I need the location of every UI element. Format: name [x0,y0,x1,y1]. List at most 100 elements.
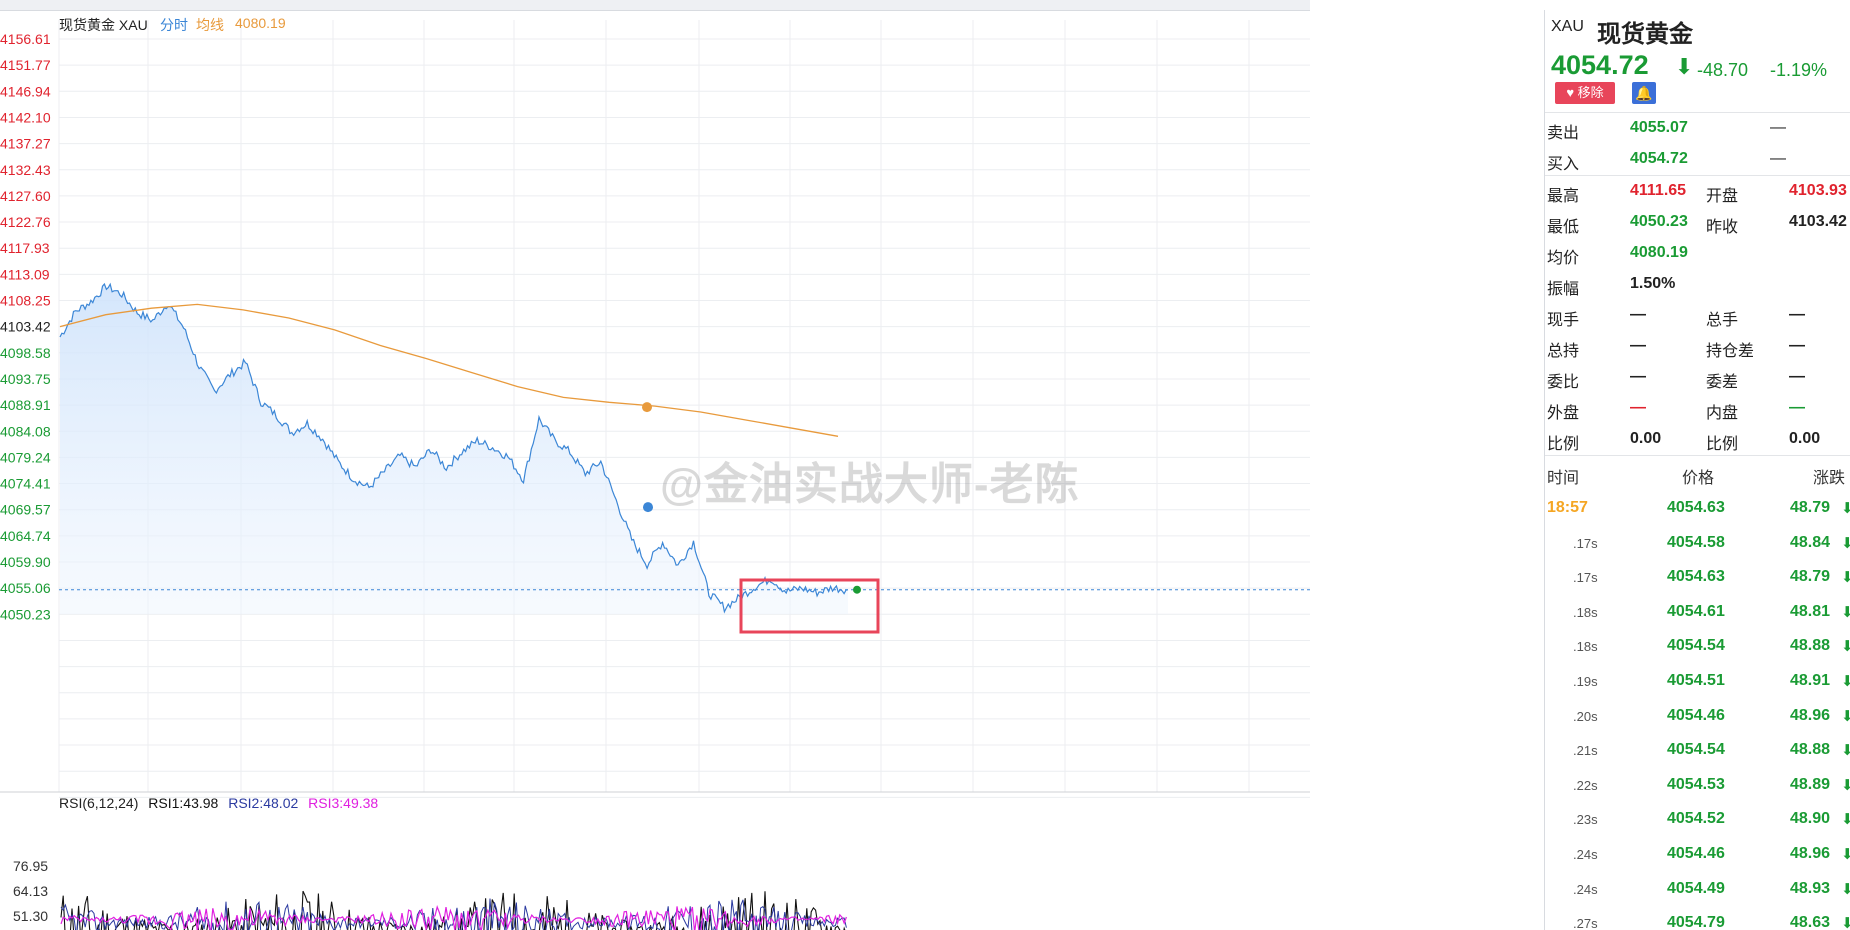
rsi-tick-label: 76.95 [13,858,48,874]
tick-price: 4054.49 [1667,879,1725,897]
stat-label: 最低 [1547,219,1580,236]
stat-value: 4050.23 [1630,213,1688,230]
buy-row: 买入 4054.72 — [1545,144,1850,175]
tick-row: .23s 4054.52 48.90 ⬇ [1545,801,1850,836]
buy-price: 4054.72 [1630,150,1688,167]
rsi-params: RSI(6,12,24) [59,795,139,811]
stat-label: 委差 [1706,374,1739,391]
tick-price: 4054.63 [1667,568,1725,586]
tick-price: 4054.61 [1667,602,1725,620]
tick-change: 48.84 [1790,533,1831,551]
tick-change: 48.91 [1790,671,1831,689]
ticks-list[interactable]: 18:57 4054.63 48.79 ⬇ .17s 4054.58 48.84 ⬇ .17s 4… [1545,490,1850,930]
stat-label: 总手 [1706,312,1739,329]
ticks-time-header: 时间 [1547,470,1580,487]
tick-price: 4054.51 [1667,671,1725,689]
stat-value: — [1630,306,1646,323]
tick-time: .18s [1573,639,1598,655]
stat-row: 均价 4080.19 [1545,238,1850,269]
sell-volume: — [1770,119,1786,136]
left-tick-label: 4093.75 [0,371,51,387]
price-change: -48.70 [1697,60,1749,80]
stat-row: 振幅 1.50% [1545,269,1850,300]
down-arrow-icon: ⬇ [1675,54,1694,79]
left-tick-label: 4069.57 [0,502,51,518]
stat-value: — [1789,337,1805,354]
stat-row: 总持 — 持仓差 — [1545,331,1850,362]
avg-value: 4080.19 [235,15,286,31]
left-tick-label: 4132.43 [0,162,51,178]
tick-price: 4054.53 [1667,775,1725,793]
bell-icon[interactable]: 🔔 [1632,82,1656,104]
tick-time: .24s [1573,881,1598,897]
tick-change: 48.93 [1790,879,1831,897]
down-arrow-icon: ⬇ [1841,776,1850,794]
rsi-header: RSI(6,12,24) RSI1:43.98 RSI2:48.02 RSI3:… [59,795,384,811]
tick-time: .23s [1573,812,1598,828]
avg-marker-point [642,402,652,413]
tick-change: 48.96 [1790,706,1831,724]
tick-row: .18s 4054.61 48.81 ⬇ [1545,594,1850,629]
ticks-price-header: 价格 [1682,470,1715,487]
tick-row: .21s 4054.54 48.88 ⬇ [1545,732,1850,767]
stat-value: — [1630,337,1646,354]
down-arrow-icon: ⬇ [1841,707,1850,725]
left-tick-label: 4151.77 [0,57,51,73]
left-tick-label: 4074.41 [0,476,51,492]
tick-change: 48.88 [1790,741,1831,759]
price-change-percent: -1.19% [1770,60,1828,80]
left-tick-label: 4108.25 [0,293,51,309]
down-arrow-icon: ⬇ [1841,741,1850,759]
tick-time: .22s [1573,777,1598,793]
tick-row: .24s 4054.46 48.96 ⬇ [1545,836,1850,871]
left-tick-label: 4113.09 [0,266,50,282]
tick-change: 48.89 [1790,775,1831,793]
stat-label: 外盘 [1547,405,1580,422]
last-price-dot [853,585,861,594]
tick-change: 48.90 [1790,810,1831,828]
left-tick-label: 4059.90 [0,554,51,570]
stat-label: 持仓差 [1706,343,1755,360]
stat-value: — [1789,399,1805,416]
left-tick-label: 4055.06 [0,580,51,596]
stat-label: 总持 [1547,343,1580,360]
tick-price: 4054.54 [1667,637,1725,655]
stat-row: 比例 0.00 比例 0.00 [1545,424,1850,455]
tick-time: .20s [1573,708,1598,724]
stat-row: 委比 — 委差 — [1545,362,1850,393]
left-tick-label: 4088.91 [0,397,51,413]
stat-value: 4103.93 [1789,182,1847,199]
stat-value: — [1789,306,1805,323]
watermark: @金油实战大师-老陈 [660,460,1080,509]
quote-header: XAU 现货黄金 4054.72 ⬇ -48.70 -1.19% ♥ 移除 🔔 [1545,10,1850,112]
stat-label: 现手 [1547,312,1580,329]
stat-row: 现手 — 总手 — [1545,300,1850,331]
down-arrow-icon: ⬇ [1841,603,1850,621]
stat-label: 开盘 [1706,188,1739,205]
stat-value: 0.00 [1789,430,1821,447]
tick-price: 4054.52 [1667,810,1725,828]
sell-label: 卖出 [1547,125,1580,142]
down-arrow-icon: ⬇ [1841,880,1850,898]
remove-favorite-button[interactable]: ♥ 移除 [1555,82,1615,104]
left-tick-label: 4064.74 [0,528,51,544]
tick-row: .27s 4054.79 48.63 ⬇ [1545,905,1850,930]
left-tick-label: 4137.27 [0,136,51,152]
left-tick-label: 4156.61 [0,31,51,47]
stat-row: 最低 4050.23 昨收 4103.42 [1545,207,1850,238]
stat-value: 0.00 [1630,430,1662,447]
bid-ask-section: 卖出 4055.07 — 买入 4054.72 — [1545,112,1850,175]
tick-change: 48.79 [1790,499,1831,516]
tick-time: .27s [1573,916,1598,930]
tick-change: 48.88 [1790,637,1831,655]
tick-change: 48.81 [1790,602,1831,620]
tick-time: .17s [1573,570,1598,586]
intraday-chart-svg[interactable]: 4156.61 4151.77 4146.94 4142.10 4137.27 4132.… [0,10,1310,930]
left-tick-label: 4050.23 [0,606,51,622]
stat-value: 1.50% [1630,275,1676,292]
chart-area[interactable]: 4156.61 4151.77 4146.94 4142.10 4137.27 4132.… [0,10,1310,930]
last-price: 4054.72 [1551,50,1649,80]
down-arrow-icon: ⬇ [1841,568,1850,586]
stat-label: 比例 [1547,436,1580,453]
left-tick-label: 4098.58 [0,345,51,361]
